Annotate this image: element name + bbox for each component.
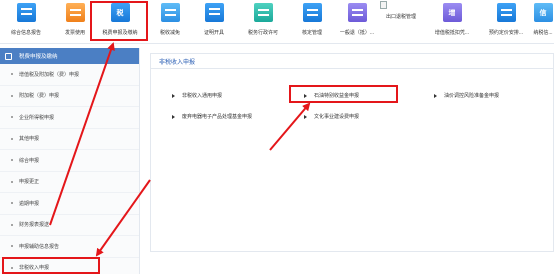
- link-non-tax-general[interactable]: 非税收入通用申报: [172, 92, 222, 99]
- sidebar-item-comprehensive[interactable]: 综合申报: [0, 150, 139, 172]
- sidebar-item-correction[interactable]: 申报更正: [0, 172, 139, 193]
- bullet-icon: [11, 180, 13, 183]
- highlight-box-toolbar: [90, 1, 148, 41]
- sidebar-item-auxiliary-info[interactable]: 申报辅助信息报告: [0, 236, 139, 258]
- highlight-box-main: [289, 85, 398, 103]
- pricing-icon: [496, 3, 516, 22]
- menu-icon: [5, 52, 12, 60]
- top-toolbar: 综合信息报告 发票使用 税 税费申报及缴纳 税收减免 证明开具 税务行政许可 核…: [0, 0, 554, 44]
- toolbar-item-approval[interactable]: 核定管理: [292, 0, 332, 44]
- bullet-icon: [11, 137, 13, 140]
- toolbar-item-certificate[interactable]: 证明开具: [196, 0, 232, 44]
- triangle-right-icon: [172, 114, 175, 119]
- export-refund-icon[interactable]: [380, 1, 387, 9]
- sidebar-item-corporate-income-tax[interactable]: 企业所得税申报: [0, 107, 139, 129]
- link-oil-price-risk-reserve[interactable]: 油价调控风险准备金申报: [434, 92, 499, 99]
- link-culture-construction-fee[interactable]: 文化事业建设费申报: [304, 113, 359, 120]
- refund-icon: [347, 3, 367, 22]
- toolbar-item-tax-reduction[interactable]: 税收减免: [150, 0, 190, 44]
- reduce-icon: [160, 3, 180, 22]
- link-waste-electronics-fund[interactable]: 废弃电器电子产品处理基金申报: [172, 113, 252, 120]
- approve-icon: [302, 3, 322, 22]
- sidebar: 税费申报及缴纳 增值税及附加税（费）申报 附加税（费）申报 企业所得税申报 其他…: [0, 48, 140, 274]
- triangle-right-icon: [434, 93, 437, 98]
- toolbar-item-refund[interactable]: 一般退（抵）...: [334, 0, 380, 44]
- toolbar-item-info-report[interactable]: 综合信息报告: [0, 0, 52, 44]
- toolbar-item-admin-license[interactable]: 税务行政许可: [238, 0, 288, 44]
- bullet-icon: [11, 159, 13, 162]
- triangle-right-icon: [304, 114, 307, 119]
- bullet-icon: [11, 202, 13, 205]
- panel-title: 非税收入申报: [151, 54, 553, 69]
- bullet-icon: [11, 94, 13, 97]
- sidebar-item-financial-statements[interactable]: 财务报表报送: [0, 215, 139, 236]
- sidebar-item-other-declare[interactable]: 其他申报: [0, 129, 139, 150]
- main-panel: 非税收入申报 非税收入通用申报 石油特别收益金申报 油价调控风险准备金申报 废弃…: [150, 53, 554, 252]
- toolbar-item-credit[interactable]: 信 纳税信...: [532, 0, 554, 44]
- license-icon: [253, 3, 273, 22]
- invoice-icon: [65, 3, 85, 22]
- document-check-icon: [16, 3, 36, 22]
- bullet-icon: [11, 245, 13, 248]
- vat-deduct-icon: 增: [442, 3, 462, 22]
- certificate-icon: [204, 3, 224, 22]
- sidebar-item-vat[interactable]: 增值税及附加税（费）申报: [0, 64, 139, 86]
- toolbar-item-invoice[interactable]: 发票使用: [58, 0, 92, 44]
- toolbar-item-export-refund[interactable]: 出口退税管理: [386, 13, 416, 20]
- bullet-icon: [11, 223, 13, 226]
- credit-icon: 信: [533, 3, 553, 22]
- toolbar-item-vat-deduct[interactable]: 增 增值税抵扣凭...: [426, 0, 478, 44]
- bullet-icon: [11, 73, 13, 76]
- highlight-box-sidebar: [2, 257, 100, 274]
- sidebar-item-overdue[interactable]: 逾期申报: [0, 193, 139, 215]
- sidebar-item-surtax[interactable]: 附加税（费）申报: [0, 86, 139, 107]
- triangle-right-icon: [172, 93, 175, 98]
- bullet-icon: [11, 116, 13, 119]
- sidebar-header[interactable]: 税费申报及缴纳: [0, 48, 139, 64]
- toolbar-item-pricing[interactable]: 预约定价安排...: [480, 0, 532, 44]
